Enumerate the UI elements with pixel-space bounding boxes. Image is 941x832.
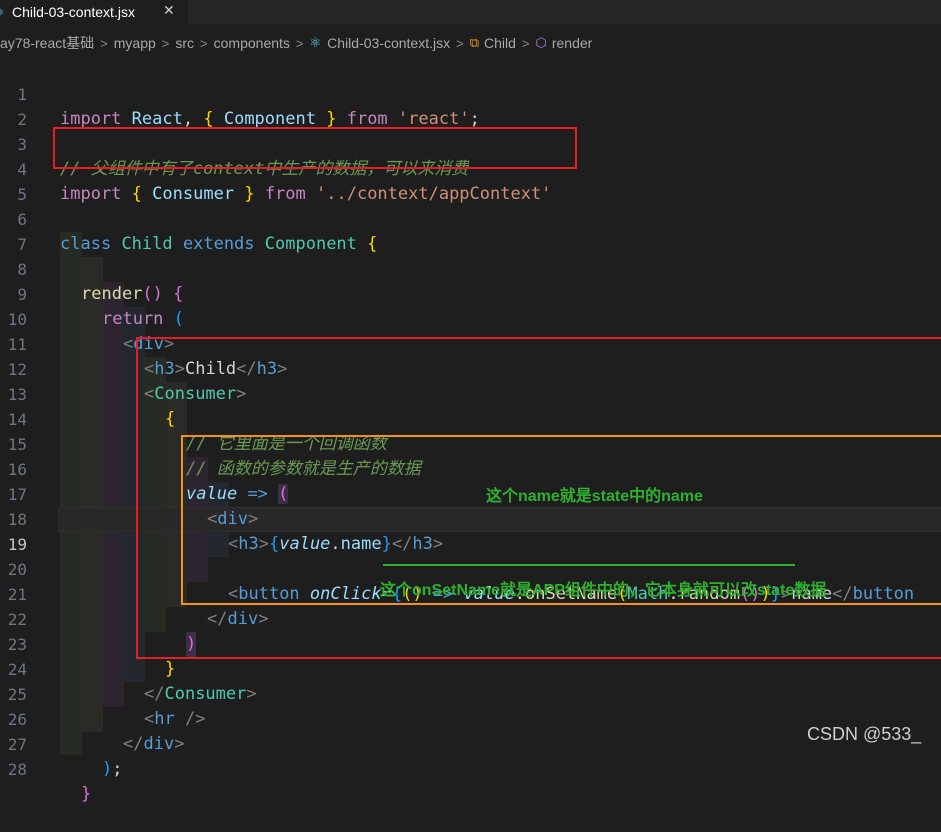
code-editor[interactable]: 1 import React, { Component } from 'reac… [0,57,941,804]
tab-bar: ⚛ Child-03-context.jsx ✕ [0,0,941,24]
code-line: 27 ); [0,707,941,779]
react-icon: ⚛ [309,35,322,50]
highlight-box-import [53,127,577,169]
breadcrumb-class[interactable]: Child [484,35,516,51]
class-symbol-icon: ⧉ [469,35,479,50]
line-number: 28 [7,760,27,779]
code-line: 28 } [0,732,941,804]
breadcrumb-item[interactable]: src [175,35,194,51]
code-line: 7 [0,207,941,254]
annotation-note-name: 这个name就是state中的name [486,488,703,505]
chevron-right-icon: > [521,35,530,51]
annotation-note-onsetname: 这个onSetName就是APP组件中的，它本身就可以改state数据 [380,582,827,599]
chevron-right-icon: > [200,35,208,51]
method-symbol-icon: ⬡ [535,35,547,50]
annotation-underline [383,564,795,566]
react-icon: ⚛ [0,5,10,20]
breadcrumb-item[interactable]: ay78-react基础 [0,33,94,53]
breadcrumb-file[interactable]: Child-03-context.jsx [327,35,450,51]
code-line: 8 render() { [0,232,941,304]
watermark: CSDN @533_ [807,724,922,744]
breadcrumb-item[interactable]: components [214,35,290,51]
breadcrumb-item[interactable]: myapp [114,35,156,51]
tab-title: Child-03-context.jsx [12,4,135,20]
chevron-right-icon: > [456,35,464,51]
code-line: 6 class Child extends Component { [0,182,941,254]
breadcrumb: ay78-react基础 > myapp > src > components … [0,32,941,54]
code-line: 25 <hr /> [0,657,941,729]
code-line: 2 [0,82,941,129]
editor-tab[interactable]: ⚛ Child-03-context.jsx ✕ [0,0,188,24]
chevron-right-icon: > [100,35,108,51]
code-line: 1 import React, { Component } from 'reac… [0,57,941,129]
breadcrumb-method[interactable]: render [552,35,592,51]
code-line: 9 return ( [0,257,941,329]
code-line: 10 <div> [0,282,941,354]
close-icon[interactable]: ✕ [163,2,175,19]
code-line: 11 <h3>Child</h3> [0,307,941,379]
chevron-right-icon: > [295,35,304,51]
chevron-right-icon: > [161,35,170,51]
code-line: 26 </div> [0,682,941,754]
